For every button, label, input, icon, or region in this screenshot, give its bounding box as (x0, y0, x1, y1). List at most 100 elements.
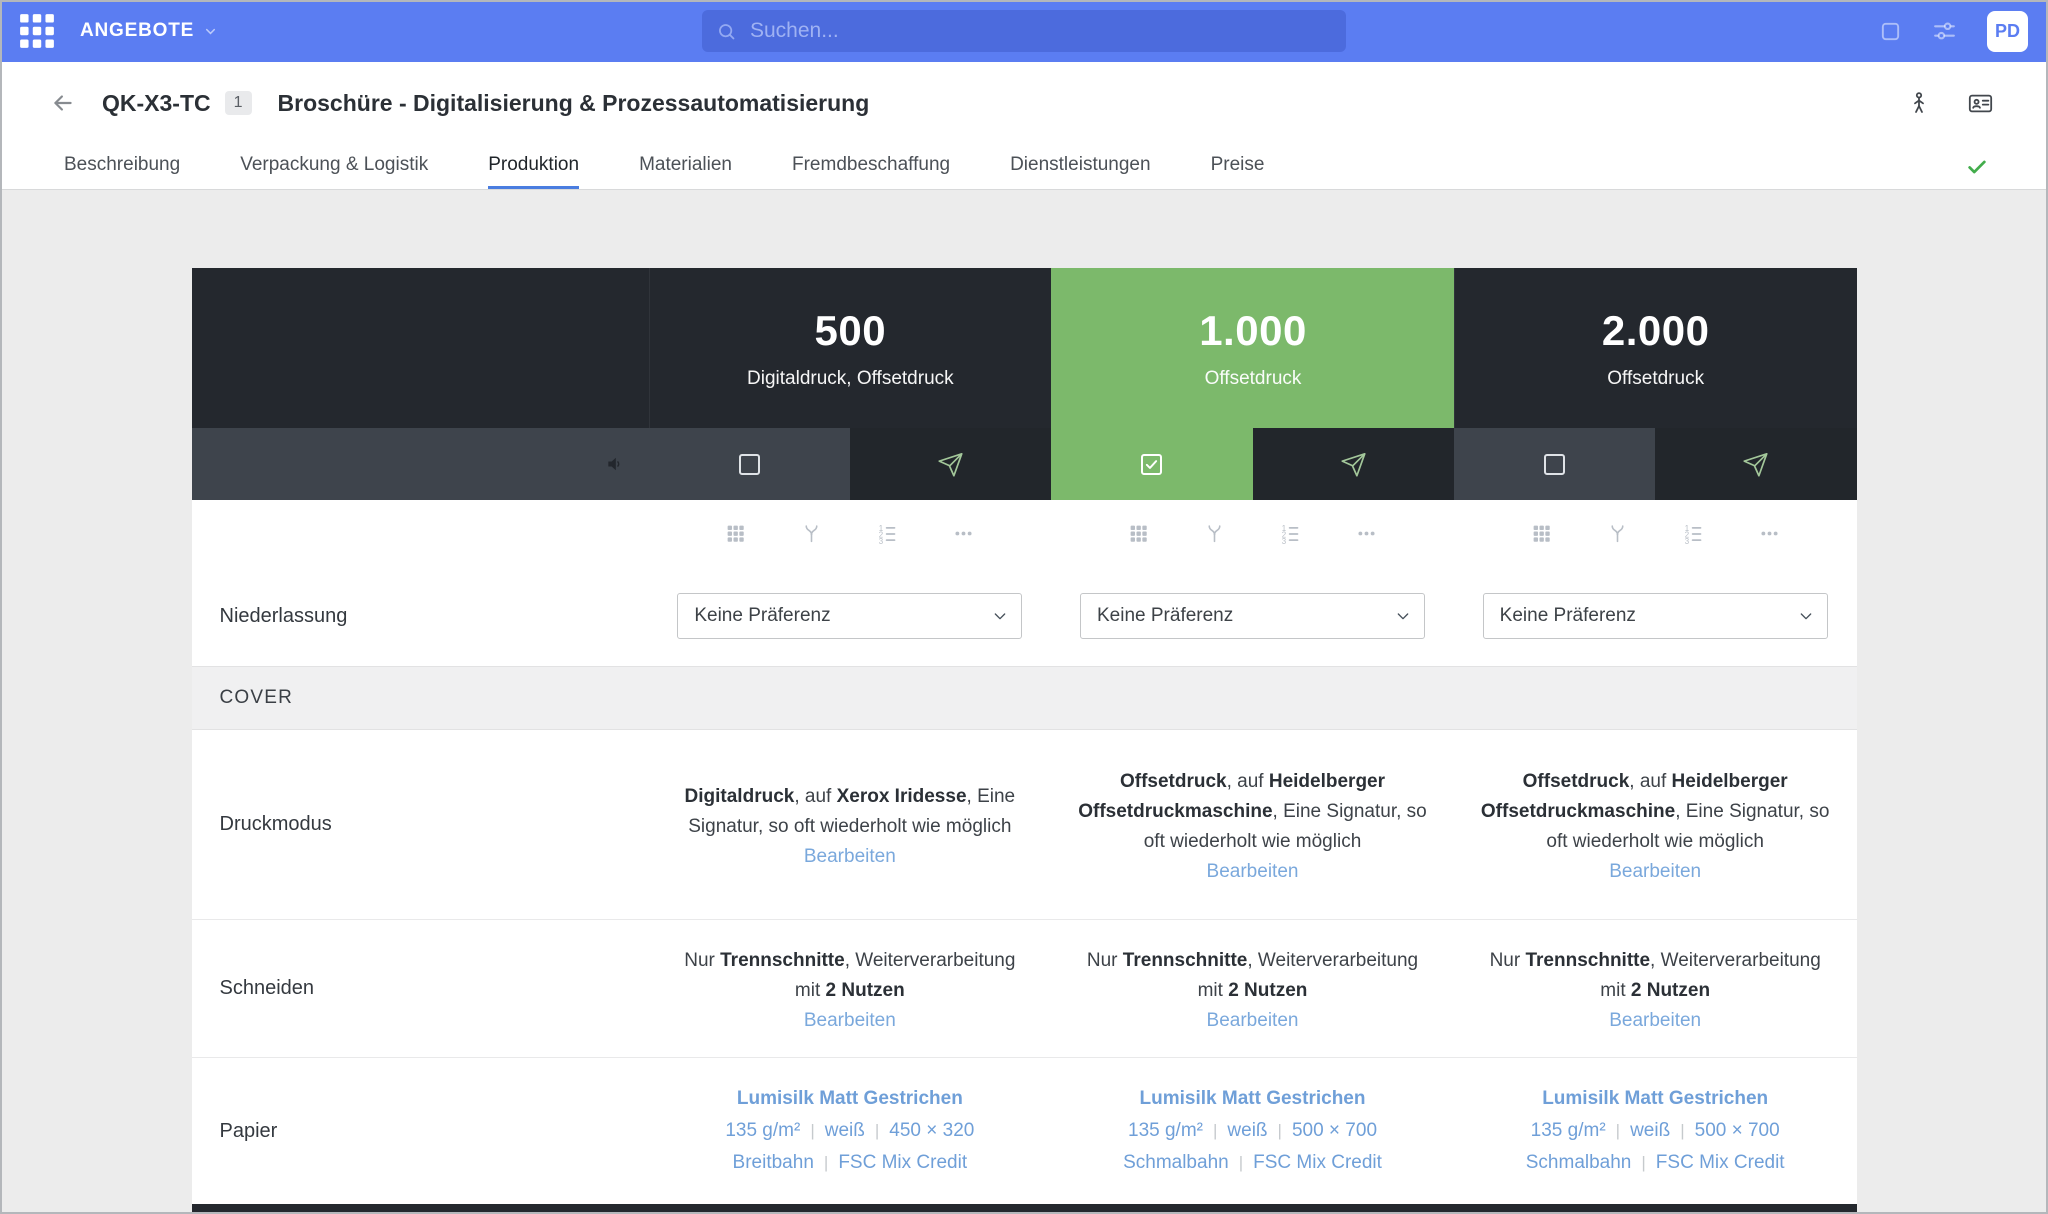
document-code: QK-X3-TC (102, 89, 211, 116)
paper-extra-link[interactable]: FSC Mix Credit (1656, 1152, 1785, 1174)
back-arrow-icon[interactable] (50, 90, 76, 116)
edit-link[interactable]: Bearbeiten (1609, 861, 1701, 883)
row-label-druckmodus: Druckmodus (219, 813, 332, 835)
spec-cell: Offsetdruck, auf Heidelberger Offsetdruc… (1051, 730, 1454, 919)
contact-card-icon[interactable] (1967, 90, 1994, 117)
select-value: Keine Präferenz (1499, 605, 1636, 626)
quantity-value: 2.000 (1601, 306, 1710, 354)
send-button[interactable] (1655, 428, 1857, 500)
search-input[interactable] (748, 18, 1332, 44)
sliders-icon[interactable] (1932, 19, 1957, 44)
column-checkbox[interactable] (1544, 453, 1566, 475)
edit-link[interactable]: Bearbeiten (1207, 861, 1299, 883)
numbered-list-icon[interactable]: 123 (877, 523, 898, 544)
more-icon[interactable] (1759, 523, 1780, 544)
split-icon[interactable] (801, 523, 822, 544)
paper-extra-link[interactable]: FSC Mix Credit (838, 1152, 967, 1174)
paper-extra-link[interactable]: FSC Mix Credit (1253, 1152, 1382, 1174)
paper-name-link[interactable]: Lumisilk Matt Gestrichen (1140, 1088, 1366, 1110)
paper-cell: Lumisilk Matt Gestrichen 135 g/m² | weiß | 50… (1051, 1058, 1454, 1204)
paper-spec-link[interactable]: weiß (1227, 1120, 1267, 1142)
edit-link[interactable]: Bearbeiten (1609, 1010, 1701, 1032)
paper-name-link[interactable]: Lumisilk Matt Gestrichen (737, 1088, 963, 1110)
spec-cell: Nur Trennschnitte, Weiterverarbeitung mi… (649, 920, 1052, 1057)
spec-text: Nur Trennschnitte, Weiterverarbeitung mi… (1489, 949, 1821, 1001)
chevron-down-icon (992, 608, 1008, 624)
paper-extra-link[interactable]: Schmalbahn (1526, 1152, 1632, 1174)
volume-icon[interactable] (605, 454, 625, 474)
paper-spec-link[interactable]: 450 × 320 (889, 1120, 974, 1142)
quantity-column-header[interactable]: 500 Digitaldruck, Offsetdruck (648, 268, 1052, 428)
paper-spec-link[interactable]: 500 × 700 (1292, 1120, 1377, 1142)
niederlassung-select[interactable]: Keine Präferenz (1482, 593, 1828, 639)
square-icon[interactable] (1879, 20, 1902, 43)
send-button[interactable] (849, 428, 1052, 500)
tab-verpackung-logistik[interactable]: Verpackung & Logistik (240, 144, 428, 189)
paper-spec-link[interactable]: 135 g/m² (1531, 1120, 1606, 1142)
numbered-list-icon[interactable]: 123 (1683, 523, 1704, 544)
separator: | (874, 1121, 880, 1140)
tab-list: Beschreibung Verpackung & Logistik Produkt… (64, 144, 1264, 189)
paper-extra-link[interactable]: Schmalbahn (1123, 1152, 1229, 1174)
actions-label-cell (191, 428, 649, 500)
next-section-strip (191, 1204, 1857, 1214)
svg-text:3: 3 (1684, 537, 1689, 544)
tab-materialien[interactable]: Materialien (639, 144, 732, 189)
quantity-value: 500 (814, 306, 887, 354)
edit-link[interactable]: Bearbeiten (1207, 1010, 1299, 1032)
paper-spec-link[interactable]: 135 g/m² (725, 1120, 800, 1142)
paper-extra-line: Schmalbahn | FSC Mix Credit (1123, 1147, 1382, 1179)
paper-spec-link[interactable]: 500 × 700 (1695, 1120, 1780, 1142)
app-launcher-icon[interactable] (16, 10, 58, 52)
split-icon[interactable] (1607, 523, 1628, 544)
paper-spec-link[interactable]: weiß (1630, 1120, 1670, 1142)
check-icon (1966, 144, 1988, 189)
spec-cell: Digitaldruck, auf Xerox Iridesse, Eine S… (649, 730, 1052, 919)
column-toolbar: 123 (1454, 500, 1857, 566)
niederlassung-cell: Keine Präferenz (1454, 566, 1857, 666)
more-icon[interactable] (953, 523, 974, 544)
chevron-down-icon (203, 24, 218, 39)
user-avatar[interactable]: PD (1987, 10, 2028, 52)
tab-dienstleistungen[interactable]: Dienstleistungen (1010, 144, 1150, 189)
column-checkbox[interactable] (1141, 453, 1163, 475)
column-toolbar: 123 (649, 500, 1052, 566)
module-menu[interactable]: ANGEBOTE (80, 20, 218, 42)
paper-spec-link[interactable]: 135 g/m² (1128, 1120, 1203, 1142)
niederlassung-select[interactable]: Keine Präferenz (1080, 593, 1425, 639)
grid-icon[interactable] (1128, 523, 1149, 544)
paper-name-link[interactable]: Lumisilk Matt Gestrichen (1542, 1088, 1768, 1110)
row-label-schneiden: Schneiden (219, 977, 315, 999)
paper-spec-link[interactable]: weiß (825, 1120, 865, 1142)
column-actions (1453, 428, 1857, 500)
tab-preise[interactable]: Preise (1211, 144, 1265, 189)
split-icon[interactable] (1204, 523, 1225, 544)
edit-link[interactable]: Bearbeiten (804, 846, 896, 868)
section-header-cover: COVER (191, 666, 1857, 730)
edit-link[interactable]: Bearbeiten (804, 1010, 896, 1032)
paper-cell: Lumisilk Matt Gestrichen 135 g/m² | weiß | 50… (1454, 1058, 1857, 1204)
separator: | (1641, 1153, 1646, 1172)
grid-icon[interactable] (1531, 523, 1552, 544)
niederlassung-select[interactable]: Keine Präferenz (677, 593, 1023, 639)
spec-text: Digitaldruck, auf Xerox Iridesse, Eine S… (684, 785, 1016, 837)
paper-extra-line: Breitbahn | FSC Mix Credit (733, 1147, 968, 1179)
quantity-column-header[interactable]: 2.000 Offsetdruck (1453, 268, 1857, 428)
separator: | (1277, 1121, 1282, 1140)
grid-icon[interactable] (725, 523, 746, 544)
module-label: ANGEBOTE (80, 20, 195, 41)
tab-produktion[interactable]: Produktion (488, 144, 580, 189)
spec-row-papier: Papier Lumisilk Matt Gestrichen 135 g/m² | w… (191, 1058, 1857, 1204)
paper-extra-link[interactable]: Breitbahn (733, 1152, 814, 1174)
column-actions (648, 428, 1052, 500)
tab-beschreibung[interactable]: Beschreibung (64, 144, 180, 189)
numbered-list-icon[interactable]: 123 (1280, 523, 1301, 544)
column-checkbox[interactable] (738, 453, 760, 475)
person-icon[interactable] (1907, 91, 1931, 115)
separator: | (1238, 1153, 1244, 1172)
quantity-column-header[interactable]: 1.000 Offsetdruck (1051, 268, 1454, 428)
more-icon[interactable] (1356, 523, 1377, 544)
select-value: Keine Präferenz (694, 605, 831, 626)
tab-fremdbeschaffung[interactable]: Fremdbeschaffung (792, 144, 950, 189)
send-button[interactable] (1252, 428, 1454, 500)
